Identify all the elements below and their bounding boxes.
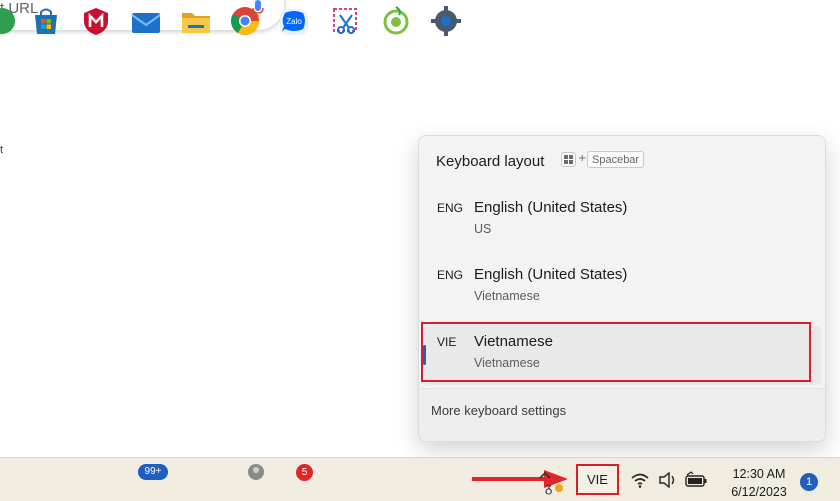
file-explorer-icon[interactable] — [180, 5, 212, 37]
taskbar — [0, 457, 840, 501]
avatar — [247, 463, 265, 481]
chrome-icon[interactable] — [229, 5, 261, 37]
clock-date: 6/12/2023 — [731, 485, 787, 499]
language-indicator[interactable]: VIE — [576, 464, 619, 495]
snipping-tool-icon[interactable] — [330, 5, 362, 37]
layout-option-eng-vietnamese[interactable]: ENG English (United States) Vietnamese — [423, 258, 821, 318]
layout-option-eng-us[interactable]: ENG English (United States) US — [423, 191, 821, 251]
keyboard-layout-flyout: Keyboard layout + Spacebar ENG English (… — [418, 135, 826, 442]
zalo-badge: 5 — [296, 464, 313, 481]
notification-badge[interactable]: 1 — [800, 473, 818, 491]
more-keyboard-settings-link[interactable]: More keyboard settings — [431, 403, 566, 418]
coccoc-icon[interactable] — [380, 5, 412, 37]
layout-code: ENG — [437, 201, 464, 215]
flyout-title: Keyboard layout — [436, 153, 545, 170]
mail-icon[interactable] — [130, 5, 162, 37]
spacebar-key: Spacebar — [587, 151, 645, 168]
layout-name: English (United States) — [474, 199, 628, 216]
layout-sub: Vietnamese — [474, 289, 540, 303]
wifi-icon[interactable] — [630, 471, 650, 489]
battery-icon[interactable] — [684, 471, 708, 489]
red-highlight-box — [421, 322, 811, 382]
partial-green-icon[interactable] — [0, 5, 18, 37]
zalo-icon[interactable]: Zalo — [278, 5, 310, 37]
microsoft-store-icon[interactable] — [30, 5, 62, 37]
volume-icon[interactable] — [658, 471, 678, 489]
settings-icon[interactable] — [430, 5, 462, 37]
shortcut-plus: + — [578, 153, 587, 164]
mcafee-icon[interactable] — [80, 5, 112, 37]
layout-code: ENG — [437, 268, 464, 282]
taskbar-clock[interactable]: 12:30 AM 6/12/2023 — [718, 465, 800, 501]
windows-key-icon — [561, 152, 576, 167]
layout-sub: US — [474, 222, 492, 236]
mail-badge: 99+ — [138, 464, 168, 480]
svg-text:Zalo: Zalo — [286, 17, 302, 26]
edge-text-fragment: t — [0, 144, 4, 156]
flyout-footer: More keyboard settings — [419, 388, 825, 441]
tray-app-icon[interactable]: ᵹ — [545, 477, 567, 495]
layout-name: English (United States) — [474, 266, 628, 283]
clock-time: 12:30 AM — [732, 467, 786, 481]
svg-text:ᵹ: ᵹ — [545, 480, 552, 495]
